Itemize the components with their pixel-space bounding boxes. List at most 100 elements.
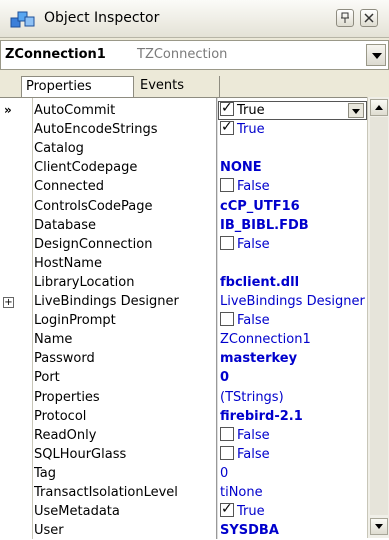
property-value[interactable]: True — [218, 120, 367, 139]
property-value[interactable]: LiveBindings Designer — [218, 292, 367, 311]
property-row[interactable]: + LiveBindings Designer LiveBindings Desig… — [0, 292, 367, 311]
property-value[interactable]: masterkey — [218, 349, 367, 368]
row-gutter — [0, 235, 32, 254]
property-row[interactable]: Connected False — [0, 177, 367, 196]
property-row[interactable]: UseMetadata True — [0, 502, 367, 521]
property-value[interactable]: False — [218, 426, 367, 445]
property-row[interactable]: Catalog — [0, 139, 367, 158]
property-name: ReadOnly — [34, 427, 97, 443]
property-checkbox[interactable] — [220, 445, 234, 460]
property-row[interactable]: DesignConnection False — [0, 235, 367, 254]
property-name: Port — [34, 370, 60, 386]
property-name: Database — [34, 217, 97, 233]
title-bar[interactable]: Object Inspector — [0, 0, 389, 38]
close-icon[interactable] — [360, 9, 378, 27]
property-value-text: SYSDBA — [220, 523, 279, 539]
property-value-text: False — [237, 446, 270, 462]
property-value[interactable]: ZConnection1 — [218, 330, 367, 349]
property-row[interactable]: Port 0 — [0, 368, 367, 387]
property-checkbox[interactable] — [220, 178, 234, 193]
pin-icon[interactable] — [336, 9, 354, 27]
row-gutter — [0, 330, 32, 349]
chevron-down-icon[interactable] — [366, 44, 386, 66]
property-row[interactable]: SQLHourGlass False — [0, 445, 367, 464]
property-value[interactable]: firebird-2.1 — [218, 407, 367, 426]
property-value[interactable]: tiNone — [218, 483, 367, 502]
component-type: TZConnection — [137, 47, 228, 62]
selected-row-indicator-icon: » — [4, 103, 12, 117]
property-row[interactable]: HostName — [0, 254, 367, 273]
property-name: Protocol — [34, 408, 87, 424]
property-row[interactable]: AutoEncodeStrings True — [0, 120, 367, 139]
row-gutter — [0, 368, 32, 387]
property-row[interactable]: ReadOnly False — [0, 426, 367, 445]
property-value[interactable]: SYSDBA — [218, 521, 367, 540]
vertical-scrollbar[interactable] — [367, 97, 389, 538]
property-value[interactable]: False — [218, 311, 367, 330]
property-name: ClientCodepage — [34, 160, 138, 176]
property-row[interactable]: Database IB_BIBL.FDB — [0, 216, 367, 235]
property-grid: » AutoCommit True AutoEncodeStrings True Cata… — [0, 97, 367, 540]
property-row[interactable]: TransactIsolationLevel tiNone — [0, 483, 367, 502]
property-value[interactable]: False — [218, 445, 367, 464]
property-name: LibraryLocation — [34, 274, 135, 290]
row-gutter — [0, 407, 32, 426]
property-row[interactable]: LoginPrompt False — [0, 311, 367, 330]
property-checkbox[interactable] — [220, 120, 234, 137]
property-value-text: IB_BIBL.FDB — [220, 217, 309, 233]
property-row[interactable]: Protocol firebird-2.1 — [0, 407, 367, 426]
property-value[interactable]: cCP_UTF16 — [218, 197, 367, 216]
property-name: User — [34, 523, 64, 539]
property-name: Name — [34, 332, 73, 348]
scroll-up-icon[interactable] — [370, 99, 388, 116]
property-checkbox[interactable] — [220, 502, 234, 519]
property-name: Connected — [34, 179, 105, 195]
property-row[interactable]: User SYSDBA — [0, 521, 367, 540]
property-value[interactable]: fbclient.dll — [218, 273, 367, 292]
property-row[interactable]: ClientCodepage NONE — [0, 158, 367, 177]
property-row[interactable]: Password masterkey — [0, 349, 367, 368]
row-gutter — [0, 216, 32, 235]
row-gutter — [0, 177, 32, 196]
property-row[interactable]: ControlsCodePage cCP_UTF16 — [0, 197, 367, 216]
row-gutter — [0, 349, 32, 368]
property-checkbox[interactable] — [220, 426, 234, 441]
scroll-down-icon[interactable] — [370, 518, 388, 535]
property-value-text: True — [237, 122, 265, 138]
property-row[interactable]: Tag 0 — [0, 464, 367, 483]
scrollbar-track[interactable] — [370, 117, 388, 515]
property-row[interactable]: LibraryLocation fbclient.dll — [0, 273, 367, 292]
property-row[interactable]: »AutoCommitTrue — [0, 101, 367, 120]
component-selector[interactable]: ZConnection1 TZConnection — [0, 40, 389, 70]
property-value[interactable] — [218, 254, 367, 273]
value-editor-box[interactable] — [218, 101, 367, 120]
property-value-text: False — [237, 236, 270, 252]
tab-events[interactable]: Events — [136, 76, 220, 97]
property-value[interactable]: IB_BIBL.FDB — [218, 216, 367, 235]
property-value-text: LiveBindings Designer — [220, 294, 365, 309]
property-value[interactable]: NONE — [218, 158, 367, 177]
row-gutter — [0, 254, 32, 273]
row-gutter — [0, 445, 32, 464]
property-row[interactable]: Name ZConnection1 — [0, 330, 367, 349]
tab-properties[interactable]: Properties — [21, 76, 134, 97]
expand-icon[interactable]: + — [3, 297, 14, 308]
property-value[interactable]: 0 — [218, 368, 367, 387]
row-gutter — [0, 464, 32, 483]
property-value[interactable]: 0 — [218, 464, 367, 483]
property-value[interactable]: (TStrings) — [218, 388, 367, 407]
property-value[interactable]: False — [218, 177, 367, 196]
property-value[interactable]: True — [218, 502, 367, 521]
property-value[interactable]: False — [218, 235, 367, 254]
property-row[interactable]: Properties (TStrings) — [0, 388, 367, 407]
chevron-down-icon[interactable] — [348, 103, 364, 118]
row-gutter — [0, 197, 32, 216]
property-checkbox[interactable] — [220, 235, 234, 250]
property-name: DesignConnection — [34, 236, 153, 252]
property-checkbox[interactable] — [220, 312, 234, 327]
property-value-text: 0 — [220, 370, 230, 386]
property-value[interactable] — [218, 139, 367, 158]
property-value-text: False — [237, 313, 270, 329]
property-value-text: tiNone — [220, 485, 263, 500]
object-inspector-icon — [10, 11, 35, 28]
